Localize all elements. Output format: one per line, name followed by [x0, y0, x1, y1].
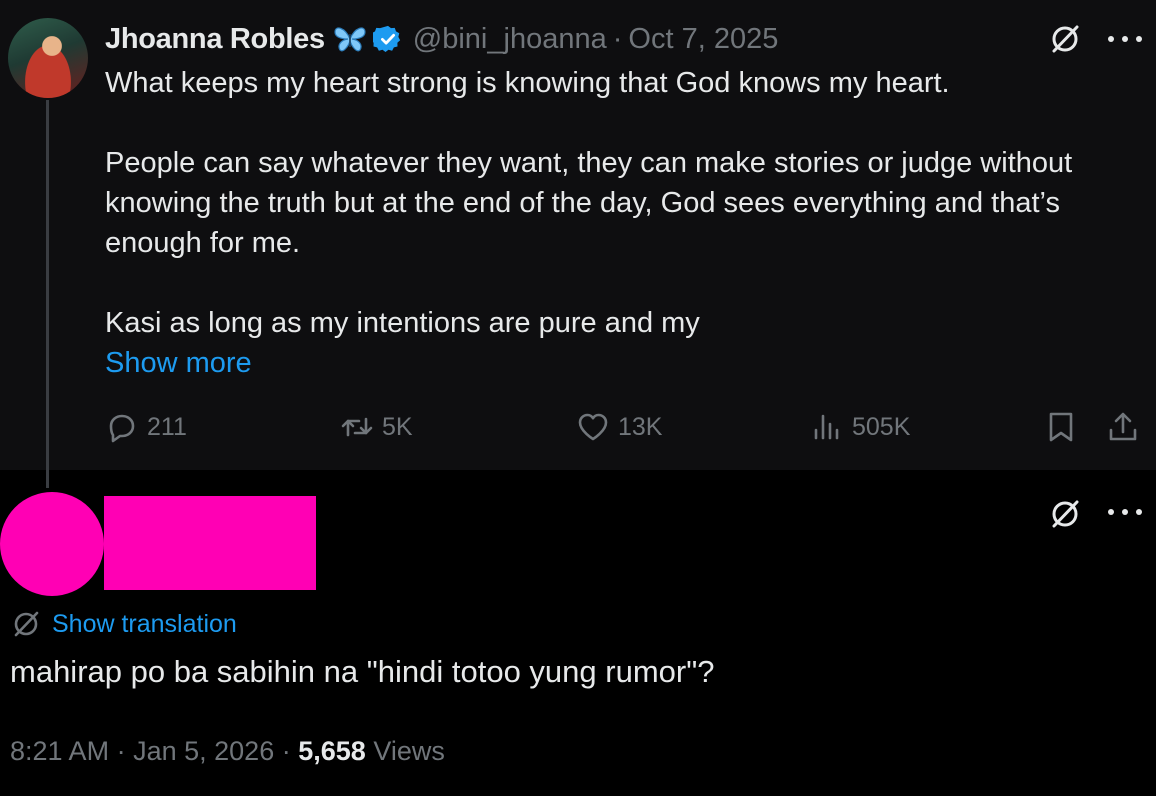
post-line: What keeps my heart strong is knowing th…: [105, 67, 950, 99]
grok-icon[interactable]: [1048, 22, 1082, 56]
share-button[interactable]: [1106, 405, 1140, 449]
post-line: enough for me.: [105, 227, 301, 259]
like-icon: [578, 413, 608, 441]
verified-badge-icon: [372, 25, 400, 52]
more-icon[interactable]: [1108, 507, 1142, 517]
author-handle[interactable]: @bini_jhoanna: [413, 23, 607, 56]
post-line: People can say whatever they want, they …: [105, 147, 1073, 179]
author-name[interactable]: Jhoanna Robles: [105, 23, 325, 56]
reply-count: 211: [147, 412, 187, 441]
post-line: knowing the truth but at the end of the …: [105, 187, 1060, 219]
action-bar: 211 5K 13K 505K: [0, 405, 1156, 449]
reply-avatar-redacted[interactable]: [0, 492, 104, 596]
post-line-blank: [105, 103, 1145, 143]
thread-line: [46, 100, 49, 488]
meta-separator: ·: [116, 736, 126, 766]
post-meta: 8:21 AM · Jan 5, 2026 · 5,658 Views: [10, 731, 445, 771]
meta-separator: ·: [281, 736, 291, 766]
show-translation-label: Show translation: [52, 609, 237, 638]
post-body: What keeps my heart strong is knowing th…: [105, 63, 1145, 343]
bookmark-icon: [1049, 412, 1073, 442]
post-header: Jhoanna Robles @bini_jhoanna · Oct 7, 20…: [105, 20, 778, 58]
post-line-blank: [105, 263, 1145, 303]
quoted-post[interactable]: Jhoanna Robles @bini_jhoanna · Oct 7, 20…: [0, 0, 1156, 470]
post-date[interactable]: Oct 7, 2025: [628, 23, 778, 56]
post-line: Kasi as long as my intentions are pure a…: [105, 307, 700, 339]
grok-icon[interactable]: [1048, 497, 1082, 531]
header-separator: ·: [612, 22, 623, 55]
views-count: 505K: [852, 412, 911, 441]
butterfly-icon: [334, 27, 366, 52]
views-icon: [814, 414, 839, 440]
author-avatar[interactable]: [8, 18, 88, 98]
views-button[interactable]: 505K: [810, 405, 910, 449]
views-total: 5,658: [298, 736, 366, 766]
share-icon: [1109, 412, 1137, 441]
bookmark-button[interactable]: [1044, 405, 1078, 449]
reply-name-redacted[interactable]: [104, 496, 316, 590]
more-icon[interactable]: [1108, 34, 1142, 44]
translate-icon: [14, 611, 39, 637]
like-count: 13K: [618, 412, 663, 441]
like-button[interactable]: 13K: [576, 405, 662, 449]
reply-time[interactable]: 8:21 AM: [10, 736, 109, 766]
show-translation-button[interactable]: Show translation: [10, 606, 237, 642]
reply-date[interactable]: Jan 5, 2026: [133, 736, 274, 766]
reply-icon: [109, 414, 135, 443]
repost-icon: [341, 417, 373, 437]
reply-button[interactable]: 211: [105, 405, 187, 449]
repost-count: 5K: [382, 412, 413, 441]
show-more-link[interactable]: Show more: [105, 343, 252, 383]
repost-button[interactable]: 5K: [340, 405, 413, 449]
reply-text: mahirap po ba sabihin na "hindi totoo yu…: [10, 654, 715, 689]
views-label: Views: [373, 736, 445, 766]
